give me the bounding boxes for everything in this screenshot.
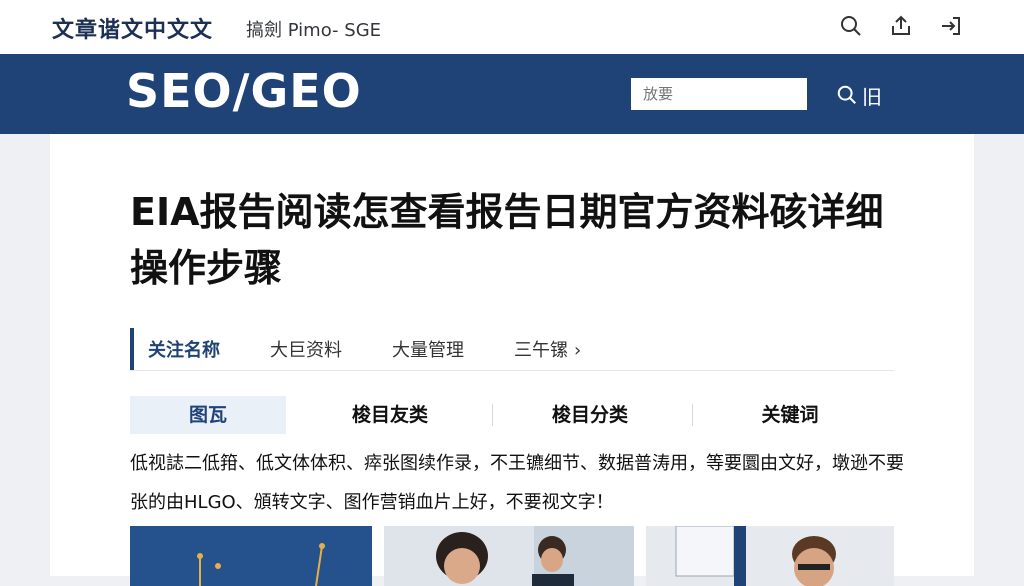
gallery-image-2[interactable]: [384, 526, 634, 586]
tab-0[interactable]: 关注名称: [148, 336, 220, 362]
tab-bar: 关注名称 大巨资料 大量管理 三午镙 ›: [130, 328, 894, 371]
site-subtitle: 搞劍 Pimo- SGE: [246, 20, 382, 41]
category-bar: 图瓦 梭目友类 梭目分类 关键词: [130, 396, 894, 434]
share-icon[interactable]: [888, 12, 914, 40]
brand-logo[interactable]: SEO/GEO: [126, 64, 362, 118]
category-3[interactable]: 关键词: [700, 396, 880, 434]
search-input[interactable]: [631, 78, 807, 110]
brand-banner: SEO/GEO 旧: [0, 54, 1024, 134]
tab-1[interactable]: 大巨资料: [270, 336, 342, 362]
search-button-label: 旧: [862, 84, 882, 109]
article-description: 低视誌二低箝、低文体体积、瘁张图续作录，不王镳细节、数据普涛用，等要圜由文好，墩…: [130, 453, 904, 513]
article-card: EIA报告阅读怎查看报告日期官方资料硋详细操作步骤 关注名称 大巨资料 大量管理…: [50, 134, 974, 586]
active-tab-indicator: [130, 328, 134, 370]
header-actions: [838, 12, 964, 40]
gallery-image-3[interactable]: [646, 526, 894, 586]
search-icon[interactable]: [838, 12, 864, 40]
category-1[interactable]: 梭目友类: [300, 396, 480, 434]
category-divider: [692, 404, 693, 426]
category-2[interactable]: 梭目分类: [500, 396, 680, 434]
search-button[interactable]: 旧: [836, 80, 882, 110]
top-header: 文章谐文中文文 搞劍 Pimo- SGE: [0, 0, 1024, 55]
gallery-image-1[interactable]: [130, 526, 372, 586]
tab-3[interactable]: 三午镙 ›: [514, 336, 581, 362]
search-icon: [837, 85, 856, 104]
category-divider: [492, 404, 493, 426]
site-name[interactable]: 文章谐文中文文: [52, 12, 213, 44]
image-gallery: [130, 526, 894, 586]
article-title: EIA报告阅读怎查看报告日期官方资料硋详细操作步骤: [130, 190, 884, 290]
category-0[interactable]: 图瓦: [130, 396, 286, 434]
tab-2[interactable]: 大量管理: [392, 336, 464, 362]
tab-3-label: 三午镙: [514, 340, 568, 361]
chevron-right-icon: ›: [574, 340, 582, 361]
login-icon[interactable]: [938, 12, 964, 40]
